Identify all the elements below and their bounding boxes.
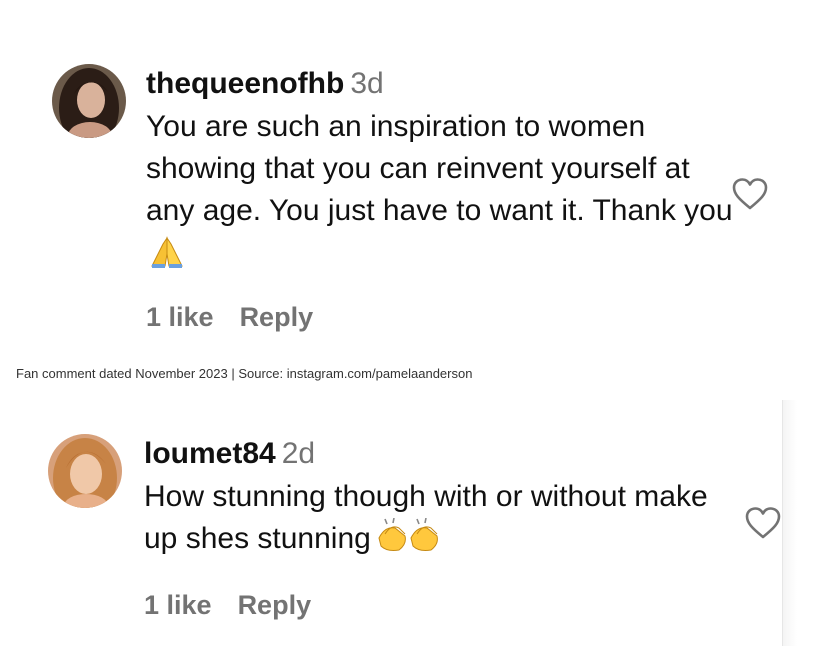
comment-text: How stunning though with or without make…: [144, 476, 744, 566]
avatar[interactable]: [48, 434, 122, 508]
comment-body: loumet84 2d How stunning though with or w…: [144, 436, 744, 566]
avatar-blonde-hair-icon: [48, 434, 122, 508]
comment-actions: 1 like Reply: [144, 590, 311, 621]
comment-header: thequeenofhb 3d: [146, 66, 736, 102]
like-count[interactable]: 1 like: [146, 302, 214, 332]
username[interactable]: thequeenofhb: [146, 67, 344, 100]
heart-icon: [745, 507, 781, 539]
like-heart-button[interactable]: [731, 177, 769, 211]
comment-1: thequeenofhb 3d You are such an inspirati…: [0, 0, 815, 350]
username[interactable]: loumet84: [144, 437, 276, 470]
folded-hands-icon: [150, 236, 184, 280]
like-heart-button[interactable]: [744, 506, 782, 540]
comment-2: loumet84 2d How stunning though with or w…: [0, 400, 815, 649]
comment-text: You are such an inspiration to women sho…: [146, 106, 736, 280]
comment-text-content: You are such an inspiration to women sho…: [146, 110, 733, 227]
comment-header: loumet84 2d: [144, 436, 744, 472]
avatar[interactable]: [52, 64, 126, 138]
like-count[interactable]: 1 like: [144, 590, 212, 620]
comment-time: 3d: [350, 67, 384, 100]
comment-time: 2d: [281, 437, 316, 470]
reply-button[interactable]: Reply: [238, 590, 312, 620]
comment-actions: 1 like Reply: [146, 302, 313, 333]
clapping-hands-icon: [375, 517, 443, 566]
image-caption: Fan comment dated November 2023 | Source…: [16, 366, 473, 381]
reply-button[interactable]: Reply: [240, 302, 314, 332]
heart-icon: [732, 178, 768, 210]
avatar-dark-hair-icon: [52, 64, 126, 138]
comment-body: thequeenofhb 3d You are such an inspirati…: [146, 66, 736, 280]
